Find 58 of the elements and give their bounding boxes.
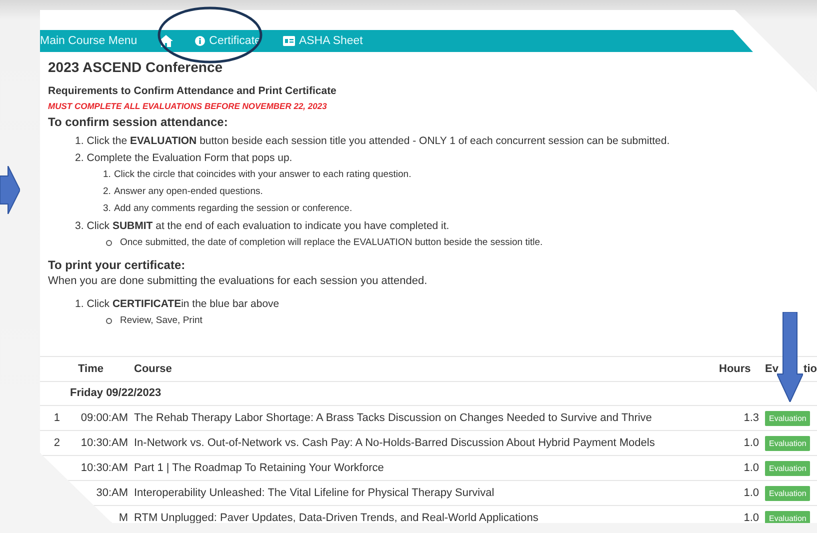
evaluation-button[interactable]: Evaluation [765, 486, 810, 500]
step-text: Answer any open-ended questions. [114, 186, 263, 198]
credit-hours: 1.0 [742, 462, 759, 474]
evaluation-column-header: tio [804, 363, 817, 375]
evaluation-button[interactable]: Evaluation [765, 436, 810, 450]
step-number: 2. [103, 186, 111, 198]
course-column-header: Course [134, 363, 173, 375]
section-heading: Requirements to Confirm Attendance and Print Certificate [48, 85, 338, 97]
section-heading: To print your certificate: [48, 258, 186, 272]
evaluation-column-header: Ev [765, 363, 778, 375]
note-text: Once submitted, the date of completion will replace the EVALUATION button beside the session title. [120, 237, 543, 248]
hours-column-header: Hours [719, 363, 752, 375]
row-number: 2 [52, 437, 61, 449]
session-time: 30:AM [95, 487, 128, 499]
step-text: Click SUBMIT at the end of each evaluation to indicate you have completed it. [86, 220, 450, 232]
session-time: 10:30:AM [80, 437, 128, 449]
bullet-icon [106, 318, 112, 324]
credit-hours: 1.0 [742, 487, 759, 499]
step-text: Click CERTIFICATEin the blue bar above [86, 298, 280, 310]
course-title: Part 1 | The Roadmap To Retaining Your Workforce [134, 462, 385, 474]
info-icon [195, 36, 206, 46]
step-number: 3. [103, 203, 111, 215]
session-time: 10:30:AM [80, 462, 128, 474]
step-number: 2. [75, 152, 84, 164]
step-number: 1. [103, 169, 111, 181]
id-card-icon [282, 36, 295, 46]
nav-link[interactable]: ASHA Sheet [282, 35, 363, 47]
nav-link[interactable]: Main Course Menu [40, 35, 138, 47]
session-time: M [118, 512, 128, 524]
step-text: Complete the Evaluation Form that pops up. [86, 152, 292, 164]
deadline-warning: MUST COMPLETE ALL EVALUATIONS BEFORE NOVEMBER 22, 2023 [48, 101, 328, 111]
bullet-icon [106, 240, 112, 246]
step-text: Add any comments regarding the session or conference. [114, 203, 352, 215]
section-heading: To confirm session attendance: [48, 115, 229, 129]
course-title: In-Network vs. Out-of-Network vs. Cash Pay: A No-Holds-Barred Discussion About Hybrid Payment Models [134, 437, 656, 449]
home-icon[interactable] [159, 35, 174, 47]
evaluation-button[interactable]: Evaluation [765, 460, 810, 476]
step-number: 1. [75, 135, 84, 147]
credit-hours: 1.0 [742, 512, 759, 524]
nav-link[interactable]: Certificate [195, 35, 261, 47]
step-text: Click the circle that coincides with your answer to each rating question. [114, 169, 412, 181]
credit-hours: 1.0 [742, 437, 759, 449]
course-title: Interoperability Unleashed: The Vital Lifeline for Physical Therapy Survival [134, 487, 496, 499]
session-time: 09:00:AM [80, 412, 128, 424]
course-title: RTM Unplugged: Paver Updates, Data-Driven Trends, and Real-World Applications [134, 512, 540, 524]
note-text: Review, Save, Print [120, 315, 202, 326]
step-number: 1. [75, 298, 84, 310]
evaluation-button[interactable]: Evaluation [765, 410, 810, 426]
page-title: 2023 ASCEND Conference [48, 59, 224, 75]
intro-text: When you are done submitting the evaluations for each session you attended. [48, 275, 428, 287]
row-number: 1 [52, 412, 61, 424]
pointer-arrow [0, 166, 20, 214]
evaluation-button[interactable]: Evaluation [765, 510, 810, 526]
step-text: Click the EVALUATION button beside each session title you attended - ONLY 1 of each concurrent session can be submitted. [86, 135, 670, 147]
course-title: The Rehab Therapy Labor Shortage: A Brass Tacks Discussion on Changes Needed to Survive and Thrive [134, 412, 653, 424]
credit-hours: 1.3 [742, 412, 759, 424]
time-column-header: Time [77, 363, 104, 375]
step-number: 3. [75, 220, 84, 232]
